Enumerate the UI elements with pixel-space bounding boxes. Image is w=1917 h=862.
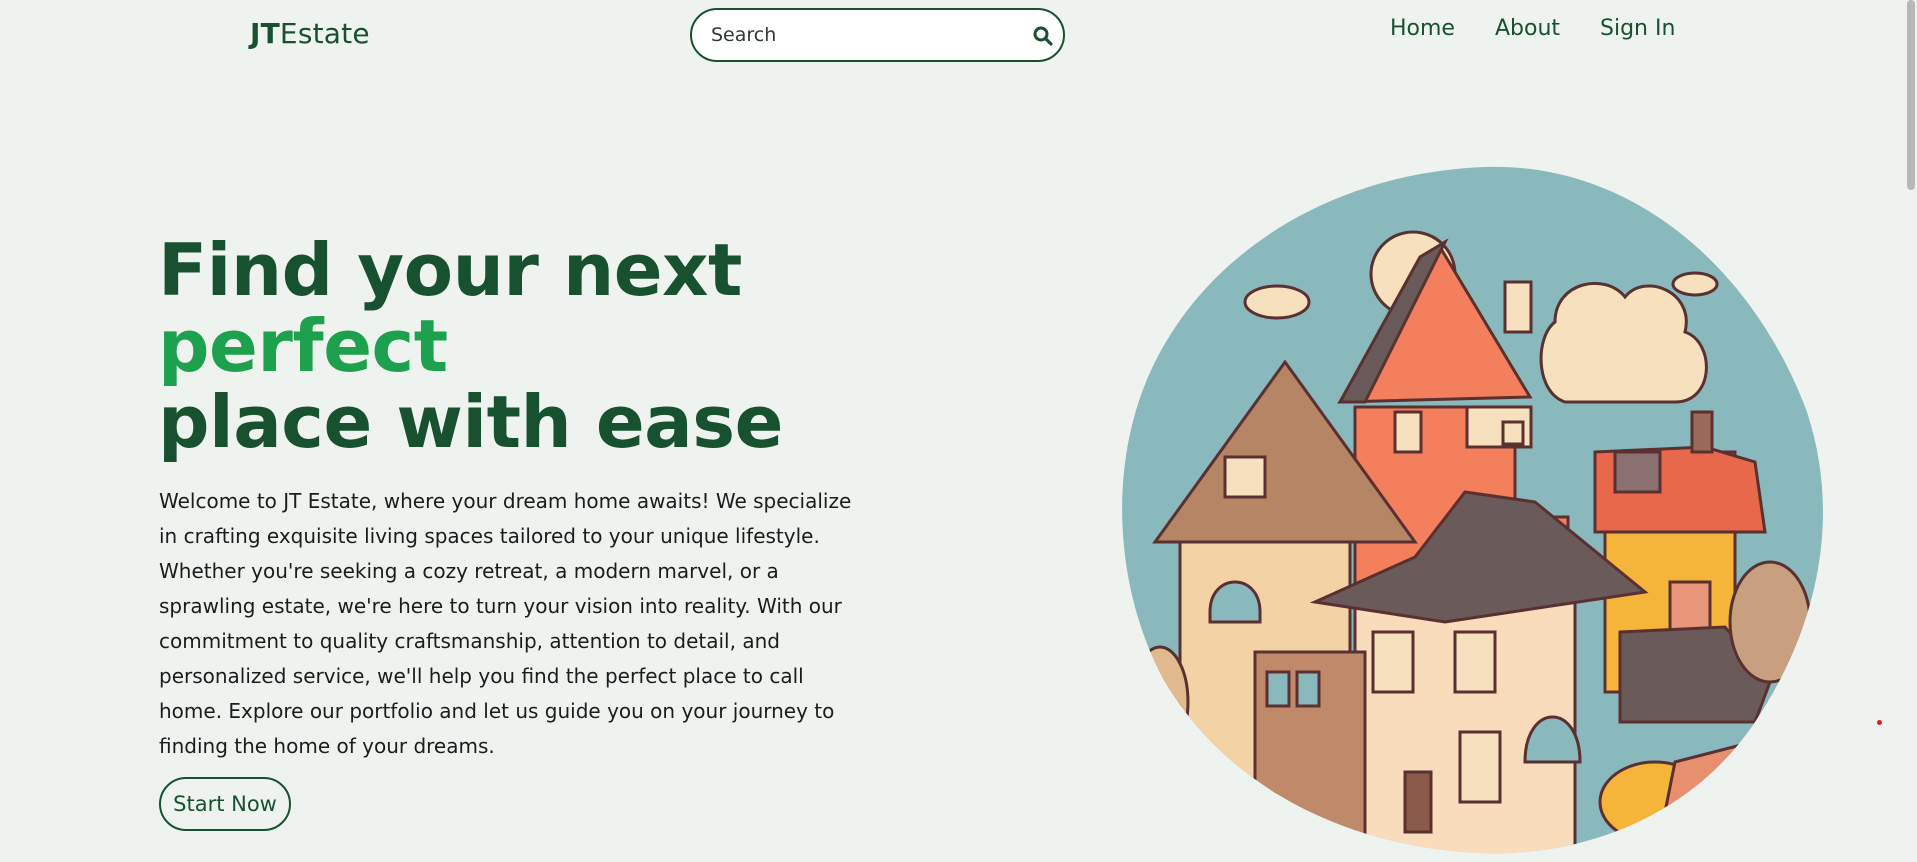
search-bar xyxy=(690,8,1065,62)
search-icon[interactable] xyxy=(1030,23,1056,49)
nav-home[interactable]: Home xyxy=(1390,16,1455,41)
nav-about[interactable]: About xyxy=(1495,16,1560,41)
hero-title-line1: Find your next xyxy=(158,228,742,312)
main-nav: Home About Sign In xyxy=(1390,16,1715,41)
logo[interactable]: JTEstate xyxy=(250,17,370,50)
site-header: JTEstate Home About Sign In xyxy=(0,0,1900,70)
search-input[interactable] xyxy=(711,15,1011,55)
nav-sign-in[interactable]: Sign In xyxy=(1600,16,1675,41)
hero-description: Welcome to JT Estate, where your dream h… xyxy=(159,489,852,758)
decorative-dot xyxy=(1877,720,1882,725)
hero-title: Find your next perfect place with ease xyxy=(158,232,783,460)
page-scrollbar[interactable] xyxy=(1900,0,1917,862)
logo-bold: JT xyxy=(250,17,280,50)
hero-title-line3: place with ease xyxy=(158,380,783,464)
scrollbar-thumb[interactable] xyxy=(1907,0,1915,190)
hero-title-accent: perfect xyxy=(158,304,448,388)
houses-illustration xyxy=(1115,162,1830,862)
logo-text: Estate xyxy=(279,17,370,50)
start-now-button[interactable]: Start Now xyxy=(159,777,291,831)
